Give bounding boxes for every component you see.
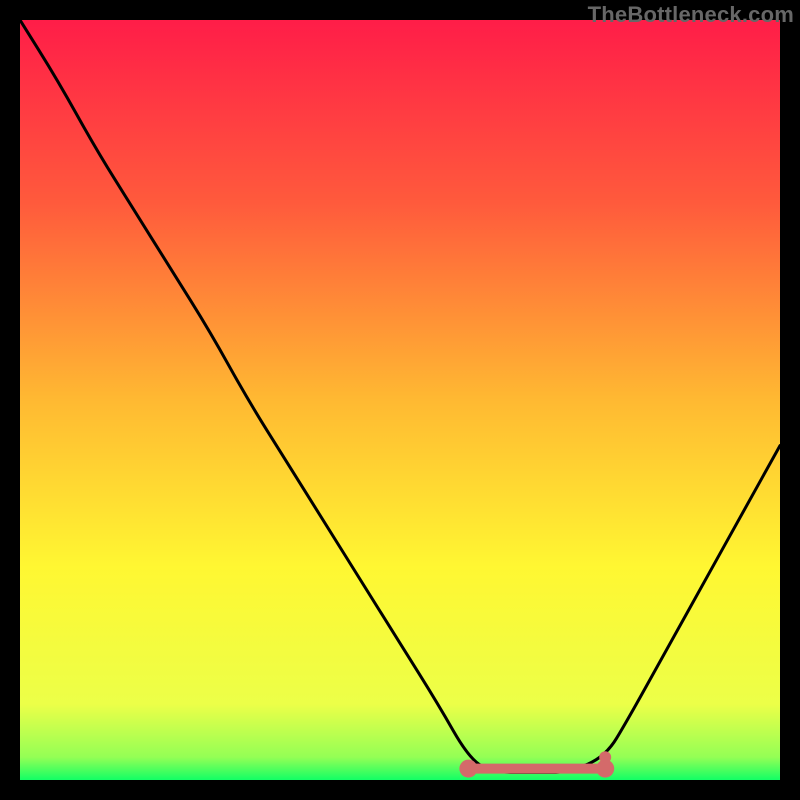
chart-svg	[20, 20, 780, 780]
plot-area	[20, 20, 780, 780]
watermark-text: TheBottleneck.com	[588, 2, 794, 28]
gradient-background	[20, 20, 780, 780]
chart-frame: TheBottleneck.com	[0, 0, 800, 800]
